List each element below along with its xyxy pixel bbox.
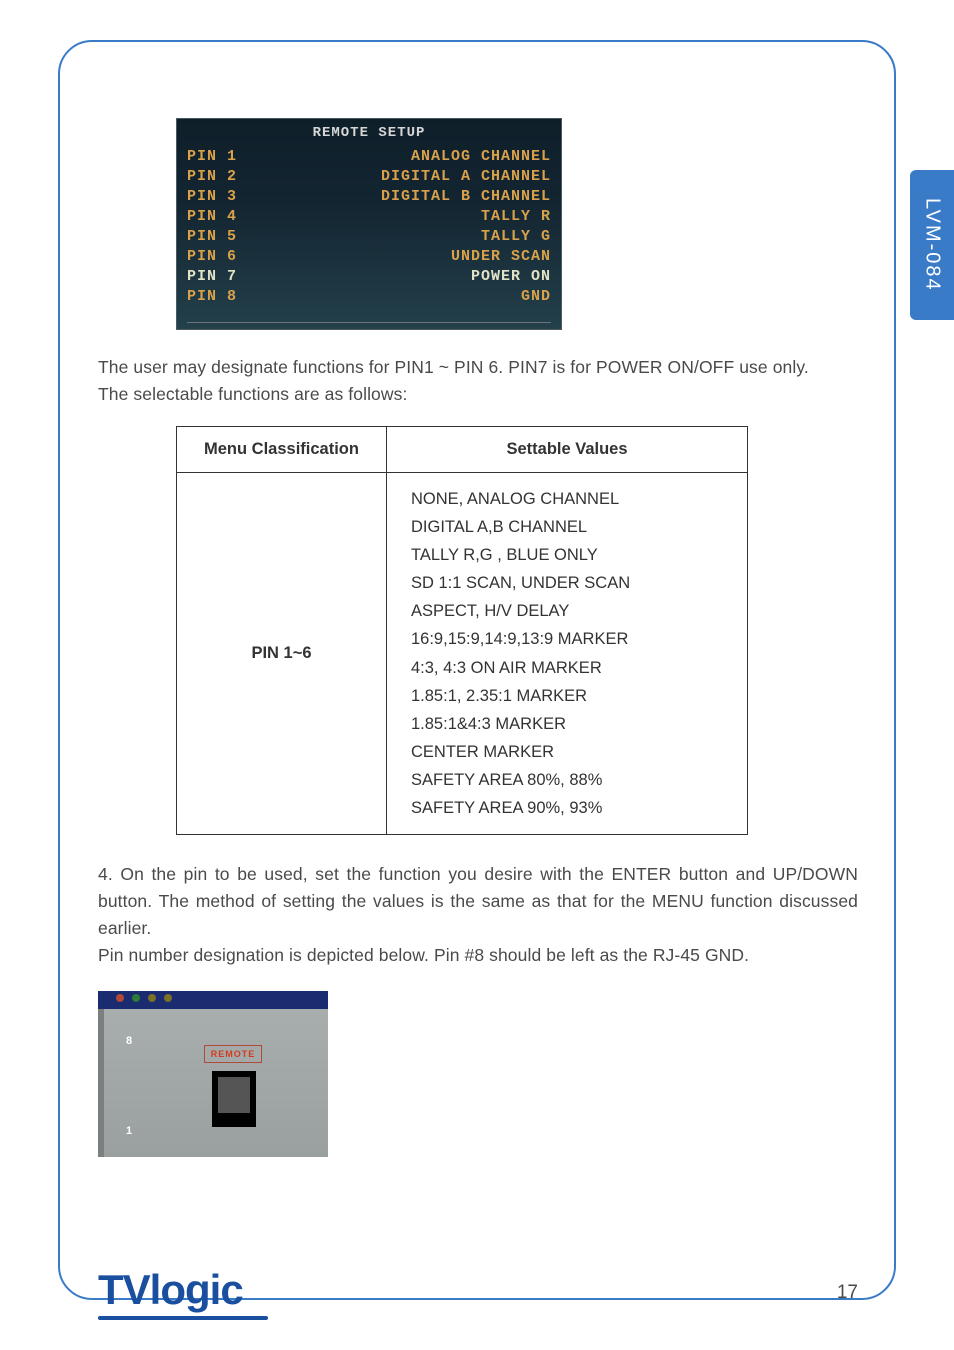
para1-line1: The user may designate functions for PIN… — [98, 354, 858, 381]
logo-underline — [98, 1316, 268, 1320]
settable-value-line: ASPECT, H/V DELAY — [411, 597, 731, 625]
rj45-photo: 8 REMOTE 1 — [98, 991, 328, 1157]
osd-row: PIN 8 GND — [187, 287, 551, 307]
osd-pin-label: PIN 1 — [187, 147, 237, 167]
para1-line2: The selectable functions are as follows: — [98, 381, 858, 408]
osd-pin-value: GND — [521, 287, 551, 307]
paragraph-2: 4. On the pin to be used, set the functi… — [98, 861, 858, 970]
side-tab-label: LVM-084 — [921, 198, 944, 292]
pin-label-1: 1 — [126, 1125, 132, 1137]
settable-value-line: CENTER MARKER — [411, 738, 731, 766]
side-tab: LVM-084 — [910, 170, 954, 320]
osd-divider — [187, 322, 551, 323]
content: REMOTE SETUP PIN 1 ANALOG CHANNEL PIN 2 DIG… — [98, 118, 858, 1157]
osd-pin-value: DIGITAL B CHANNEL — [381, 187, 551, 207]
paragraph-1: The user may designate functions for PIN… — [98, 354, 858, 408]
rj45-port-inner — [218, 1077, 250, 1113]
remote-label: REMOTE — [211, 1049, 256, 1059]
osd-pin-label: PIN 4 — [187, 207, 237, 227]
osd-pin-label: PIN 2 — [187, 167, 237, 187]
osd-pin-label: PIN 3 — [187, 187, 237, 207]
remote-label-box: REMOTE — [204, 1045, 262, 1063]
osd-pin-label: PIN 8 — [187, 287, 237, 307]
settable-value-line: 1.85:1&4:3 MARKER — [411, 710, 731, 738]
settable-value-line: SAFETY AREA 90%, 93% — [411, 794, 731, 822]
osd-pin-label: PIN 7 — [187, 267, 237, 287]
osd-row: PIN 6 UNDER SCAN — [187, 247, 551, 267]
rj45-port-icon — [212, 1071, 256, 1127]
osd-row: PIN 2 DIGITAL A CHANNEL — [187, 167, 551, 187]
osd-pin-value: TALLY G — [481, 227, 551, 247]
settable-value-line: TALLY R,G , BLUE ONLY — [411, 541, 731, 569]
osd-row: PIN 3 DIGITAL B CHANNEL — [187, 187, 551, 207]
osd-row: PIN 5 TALLY G — [187, 227, 551, 247]
osd-row: PIN 1 ANALOG CHANNEL — [187, 147, 551, 167]
settable-value-line: DIGITAL A,B CHANNEL — [411, 513, 731, 541]
th-settable-values: Settable Values — [387, 427, 748, 473]
settable-value-line: 1.85:1, 2.35:1 MARKER — [411, 682, 731, 710]
settable-value-line: SD 1:1 SCAN, UNDER SCAN — [411, 569, 731, 597]
th-menu-classification: Menu Classification — [177, 427, 387, 473]
para2-line2: Pin number designation is depicted below… — [98, 942, 858, 969]
tvlogic-logo: TVlogic — [98, 1266, 243, 1316]
osd-pin-value: TALLY R — [481, 207, 551, 227]
osd-screenshot: REMOTE SETUP PIN 1 ANALOG CHANNEL PIN 2 DIG… — [176, 118, 562, 330]
pin-label-8: 8 — [126, 1035, 132, 1047]
rj45-hook — [228, 1115, 240, 1125]
settable-value-line: NONE, ANALOG CHANNEL — [411, 485, 731, 513]
osd-pin-value: DIGITAL A CHANNEL — [381, 167, 551, 187]
settable-table: Menu Classification Settable Values PIN … — [176, 426, 748, 835]
logo-part2: logic — [150, 1266, 243, 1314]
para2-line1: 4. On the pin to be used, set the functi… — [98, 861, 858, 942]
osd-pin-value: UNDER SCAN — [451, 247, 551, 267]
osd-row: PIN 7 POWER ON — [187, 267, 551, 287]
settable-value-line: SAFETY AREA 80%, 88% — [411, 766, 731, 794]
osd-row: PIN 4 TALLY R — [187, 207, 551, 227]
logo-part1: TV — [98, 1266, 150, 1314]
panel-edge — [98, 1009, 104, 1157]
osd-pin-label: PIN 5 — [187, 227, 237, 247]
td-menu: PIN 1~6 — [177, 473, 387, 835]
settable-value-line: 16:9,15:9,14:9,13:9 MARKER — [411, 625, 731, 653]
osd-pin-label: PIN 6 — [187, 247, 237, 267]
settable-value-line: 4:3, 4:3 ON AIR MARKER — [411, 654, 731, 682]
td-values: NONE, ANALOG CHANNELDIGITAL A,B CHANNELT… — [387, 473, 748, 835]
osd-pin-value: POWER ON — [471, 267, 551, 287]
osd-title: REMOTE SETUP — [187, 125, 551, 141]
osd-pin-value: ANALOG CHANNEL — [411, 147, 551, 167]
page-number: 17 — [837, 1282, 858, 1304]
